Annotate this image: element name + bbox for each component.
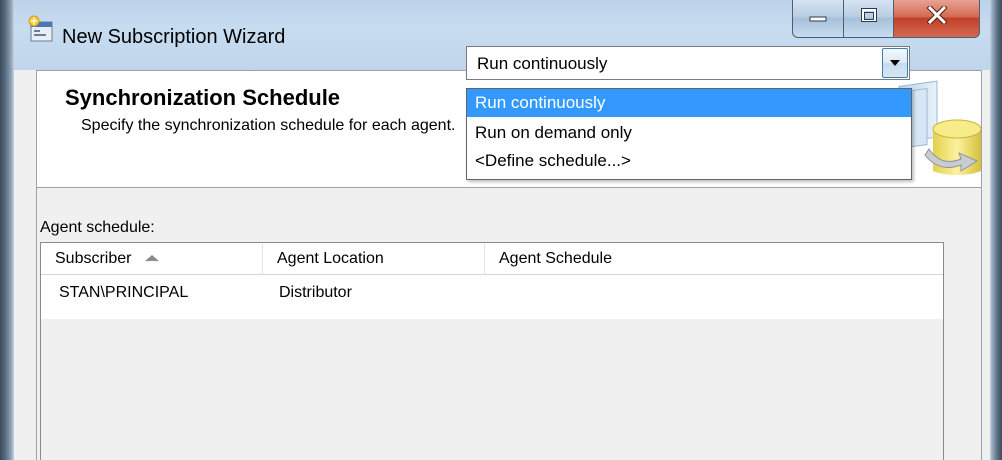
subscriber-cell: STAN\PRINCIPAL (59, 284, 189, 301)
dropdown-option-run-on-demand[interactable]: Run on demand only (467, 119, 911, 147)
agent-schedule-label: Agent schedule: (40, 219, 155, 236)
page-title: Synchronization Schedule (65, 85, 341, 110)
column-header-subscriber[interactable]: Subscriber (41, 243, 263, 274)
minimize-button[interactable] (792, 0, 844, 38)
column-header-label: Agent Schedule (499, 250, 612, 267)
window-frame-right (990, 0, 1002, 460)
window-controls (792, 0, 980, 38)
sort-ascending-icon (145, 255, 160, 261)
maximize-button[interactable] (844, 0, 894, 38)
agent-location-cell: Distributor (279, 284, 352, 301)
column-header-agent-location[interactable]: Agent Location (263, 243, 485, 274)
wizard-app-icon (26, 14, 56, 44)
close-icon (925, 4, 948, 29)
column-header-label: Subscriber (55, 250, 132, 267)
dropdown-option-run-continuously[interactable]: Run continuously (467, 89, 911, 117)
column-header-label: Agent Location (277, 250, 384, 267)
maximize-icon (860, 7, 878, 28)
agent-schedule-dropdown-list: Run continuously Run on demand only <Def… (466, 88, 912, 180)
close-button[interactable] (894, 0, 980, 38)
agent-schedule-select[interactable]: Run continuously (466, 46, 910, 80)
window-frame-left (0, 0, 14, 460)
agent-schedule-grid: Subscriber Agent Location Agent Schedule… (40, 242, 944, 460)
dropdown-option-define-schedule[interactable]: <Define schedule...> (467, 147, 911, 175)
table-row[interactable]: STAN\PRINCIPAL Distributor (41, 275, 943, 319)
grid-header: Subscriber Agent Location Agent Schedule (41, 243, 943, 275)
window-title: New Subscription Wizard (62, 26, 286, 48)
column-header-agent-schedule[interactable]: Agent Schedule (485, 243, 943, 274)
dropdown-button[interactable] (882, 48, 908, 78)
minimize-icon (809, 9, 827, 27)
agent-schedule-value: Run continuously (477, 54, 608, 73)
page-subtitle: Specify the synchronization schedule for… (81, 117, 456, 134)
chevron-down-icon (890, 60, 900, 66)
